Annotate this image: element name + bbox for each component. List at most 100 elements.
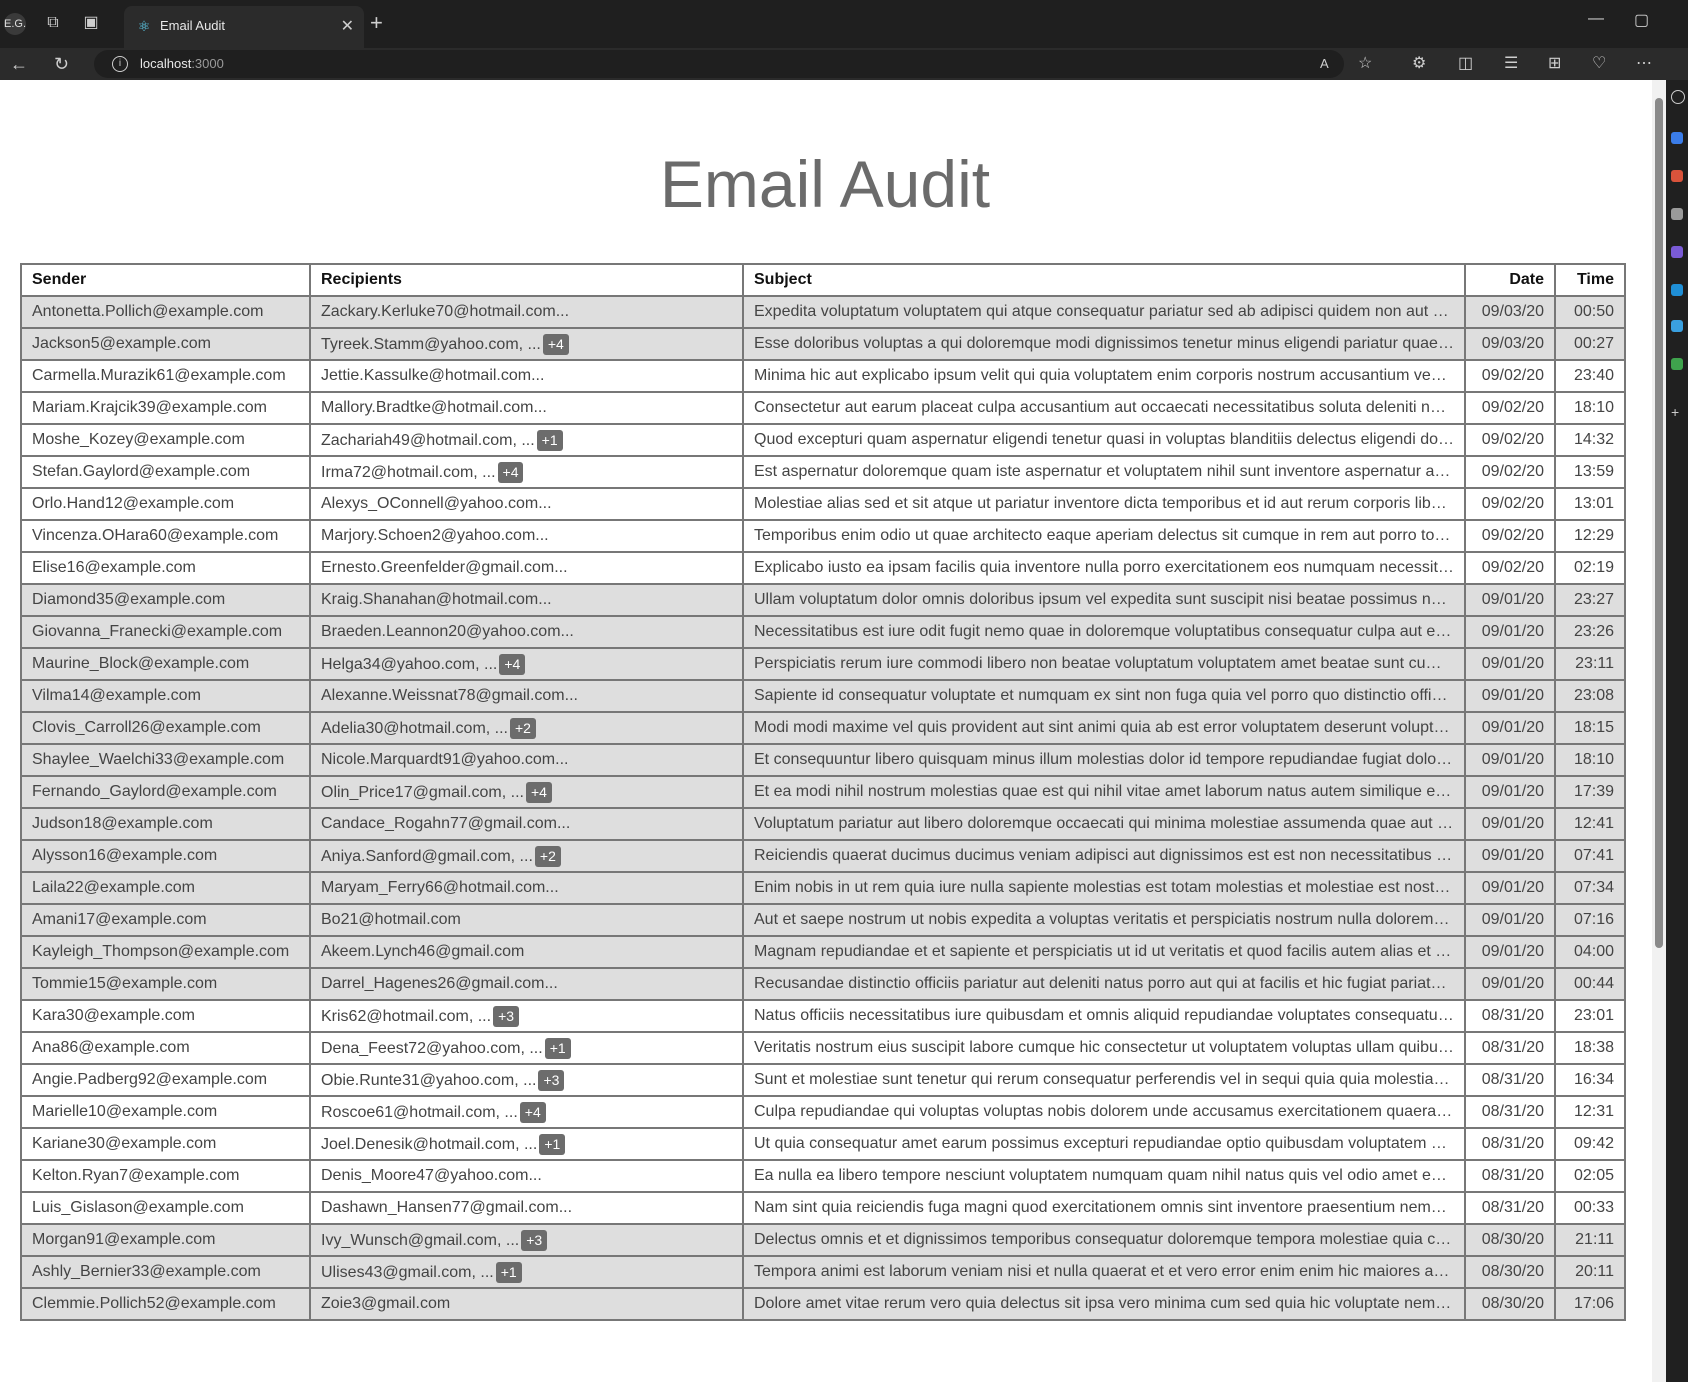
table-row[interactable]: Diamond35@example.com Kraig.Shanahan@hotm… <box>20 583 1626 617</box>
column-header-date[interactable]: Date <box>1464 263 1556 297</box>
more-recipients-badge[interactable]: +4 <box>542 333 569 355</box>
more-recipients-badge[interactable]: +3 <box>538 1069 565 1091</box>
refresh-icon[interactable]: ↻ <box>54 54 69 75</box>
scrollbar-thumb[interactable] <box>1655 98 1663 948</box>
workspaces-icon[interactable]: ⧉ <box>42 12 64 34</box>
table-row[interactable]: Amani17@example.com Bo21@hotmail.com Aut e… <box>20 903 1626 937</box>
time-cell: 18:10 <box>1554 391 1626 425</box>
more-menu-icon[interactable]: ⋯ <box>1636 53 1652 73</box>
more-recipients-badge[interactable]: +2 <box>510 717 536 739</box>
table-row[interactable]: Shaylee_Waelchi33@example.com Nicole.Marq… <box>20 743 1626 777</box>
sender-cell: Kayleigh_Thompson@example.com <box>20 935 311 969</box>
more-recipients-badge[interactable]: +3 <box>521 1229 548 1251</box>
more-recipients-badge[interactable]: +1 <box>495 1261 522 1283</box>
recipients-cell: Marjory.Schoen2@yahoo.com... <box>309 519 744 553</box>
subject-cell: Nam sint quia reiciendis fuga magni quod… <box>742 1191 1466 1225</box>
games-icon[interactable] <box>1671 246 1683 258</box>
recipients-text: Ulises43@gmail.com, ... <box>321 1263 494 1281</box>
outlook-icon[interactable] <box>1671 320 1683 332</box>
recipients-text: Dashawn_Hansen77@gmail.com... <box>321 1199 573 1216</box>
table-row[interactable]: Fernando_Gaylord@example.com Olin_Price17… <box>20 775 1626 809</box>
table-row[interactable]: Luis_Gislason@example.com Dashawn_Hansen7… <box>20 1191 1626 1225</box>
close-tab-icon[interactable]: ✕ <box>341 16 354 36</box>
date-cell: 09/02/20 <box>1464 423 1556 457</box>
table-row[interactable]: Vilma14@example.com Alexanne.Weissnat78@g… <box>20 679 1626 713</box>
site-info-icon[interactable]: i <box>112 56 128 72</box>
table-row[interactable]: Clemmie.Pollich52@example.com Zoie3@gmail… <box>20 1287 1626 1321</box>
table-row[interactable]: Giovanna_Franecki@example.com Braeden.Lea… <box>20 615 1626 649</box>
table-row[interactable]: Orlo.Hand12@example.com Alexys_OConnell@y… <box>20 487 1626 521</box>
table-row[interactable]: Kara30@example.com Kris62@hotmail.com, ..… <box>20 999 1626 1033</box>
more-recipients-badge[interactable]: +3 <box>493 1005 520 1027</box>
more-recipients-badge[interactable]: +4 <box>499 653 526 675</box>
column-header-subject[interactable]: Subject <box>742 263 1466 297</box>
recipients-text: Ivy_Wunsch@gmail.com, ... <box>321 1231 520 1249</box>
table-row[interactable]: Ana86@example.com Dena_Feest72@yahoo.com,… <box>20 1031 1626 1065</box>
column-header-sender[interactable]: Sender <box>20 263 311 297</box>
split-screen-icon[interactable]: ◫ <box>1458 53 1473 73</box>
table-row[interactable]: Moshe_Kozey@example.com Zachariah49@hotma… <box>20 423 1626 457</box>
table-row[interactable]: Maurine_Block@example.com Helga34@yahoo.c… <box>20 647 1626 681</box>
table-row[interactable]: Stefan.Gaylord@example.com Irma72@hotmail… <box>20 455 1626 489</box>
profile-avatar[interactable]: E.G. <box>4 13 26 35</box>
new-tab-icon[interactable]: + <box>370 12 383 34</box>
office-icon[interactable] <box>1671 284 1683 296</box>
read-aloud-icon[interactable]: A <box>1320 56 1329 71</box>
recipients-cell: Dashawn_Hansen77@gmail.com... <box>309 1191 744 1225</box>
minimize-icon[interactable]: — <box>1588 10 1604 28</box>
more-recipients-badge[interactable]: +4 <box>519 1101 546 1123</box>
favorite-star-icon[interactable]: ☆ <box>1358 53 1372 73</box>
column-header-time[interactable]: Time <box>1554 263 1626 297</box>
page-viewport: Email Audit Sender Recipients Subject Da… <box>0 80 1652 1382</box>
performance-icon[interactable]: ♡ <box>1592 53 1606 73</box>
page-scrollbar[interactable] <box>1652 80 1666 1382</box>
more-recipients-badge[interactable]: +1 <box>536 429 563 451</box>
table-row[interactable]: Antonetta.Pollich@example.com Zackary.Ker… <box>20 295 1626 329</box>
collections-icon[interactable]: ⊞ <box>1548 53 1561 73</box>
recipients-cell: Ivy_Wunsch@gmail.com, ... +3 <box>309 1223 744 1257</box>
add-sidebar-app-icon[interactable]: + <box>1671 405 1683 419</box>
table-row[interactable]: Vincenza.OHara60@example.com Marjory.Scho… <box>20 519 1626 553</box>
table-row[interactable]: Kayleigh_Thompson@example.com Akeem.Lynch… <box>20 935 1626 969</box>
more-recipients-badge[interactable]: +4 <box>525 781 552 803</box>
more-recipients-badge[interactable]: +4 <box>497 461 524 483</box>
more-recipients-badge[interactable]: +1 <box>544 1037 571 1059</box>
table-row[interactable]: Jackson5@example.com Tyreek.Stamm@yahoo.c… <box>20 327 1626 361</box>
back-icon[interactable]: ← <box>10 54 28 75</box>
table-row[interactable]: Kariane30@example.com Joel.Denesik@hotmai… <box>20 1127 1626 1161</box>
copilot-icon[interactable] <box>1671 132 1683 144</box>
subject-cell: Perspiciatis rerum iure commodi libero n… <box>742 647 1466 681</box>
favorites-icon[interactable]: ☰ <box>1504 53 1518 73</box>
time-cell: 18:15 <box>1554 711 1626 745</box>
sender-cell: Moshe_Kozey@example.com <box>20 423 311 457</box>
table-row[interactable]: Elise16@example.com Ernesto.Greenfelder@g… <box>20 551 1626 585</box>
table-row[interactable]: Mariam.Krajcik39@example.com Mallory.Brad… <box>20 391 1626 425</box>
maximize-icon[interactable]: ▢ <box>1634 10 1649 30</box>
people-icon[interactable] <box>1671 208 1683 220</box>
search-icon[interactable] <box>1671 90 1685 104</box>
more-recipients-badge[interactable]: +1 <box>539 1133 566 1155</box>
browser-tab[interactable]: ⚛ Email Audit ✕ <box>124 6 364 48</box>
table-row[interactable]: Kelton.Ryan7@example.com Denis_Moore47@ya… <box>20 1159 1626 1193</box>
table-row[interactable]: Clovis_Carroll26@example.com Adelia30@hot… <box>20 711 1626 745</box>
recipients-text: Irma72@hotmail.com, ... <box>321 463 496 481</box>
table-row[interactable]: Carmella.Murazik61@example.com Jettie.Kas… <box>20 359 1626 393</box>
sender-cell: Kelton.Ryan7@example.com <box>20 1159 311 1193</box>
table-row[interactable]: Tommie15@example.com Darrel_Hagenes26@gma… <box>20 967 1626 1001</box>
table-row[interactable]: Ashly_Bernier33@example.com Ulises43@gmai… <box>20 1255 1626 1289</box>
table-row[interactable]: Judson18@example.com Candace_Rogahn77@gma… <box>20 807 1626 841</box>
shopping-icon[interactable] <box>1671 170 1683 182</box>
subject-cell: Voluptatum pariatur aut libero doloremqu… <box>742 807 1466 841</box>
table-row[interactable]: Alysson16@example.com Aniya.Sanford@gmail… <box>20 839 1626 873</box>
tools-icon[interactable] <box>1671 358 1683 370</box>
url-bar[interactable]: i localhost:3000 A <box>94 50 1344 78</box>
table-row[interactable]: Angie.Padberg92@example.com Obie.Runte31@… <box>20 1063 1626 1097</box>
vertical-tabs-icon[interactable]: ▣ <box>80 12 102 34</box>
date-cell: 08/31/20 <box>1464 1127 1556 1161</box>
table-row[interactable]: Morgan91@example.com Ivy_Wunsch@gmail.com… <box>20 1223 1626 1257</box>
table-row[interactable]: Laila22@example.com Maryam_Ferry66@hotmai… <box>20 871 1626 905</box>
extensions-icon[interactable]: ⚙ <box>1412 53 1426 73</box>
column-header-recipients[interactable]: Recipients <box>309 263 744 297</box>
more-recipients-badge[interactable]: +2 <box>534 845 561 867</box>
table-row[interactable]: Marielle10@example.com Roscoe61@hotmail.c… <box>20 1095 1626 1129</box>
